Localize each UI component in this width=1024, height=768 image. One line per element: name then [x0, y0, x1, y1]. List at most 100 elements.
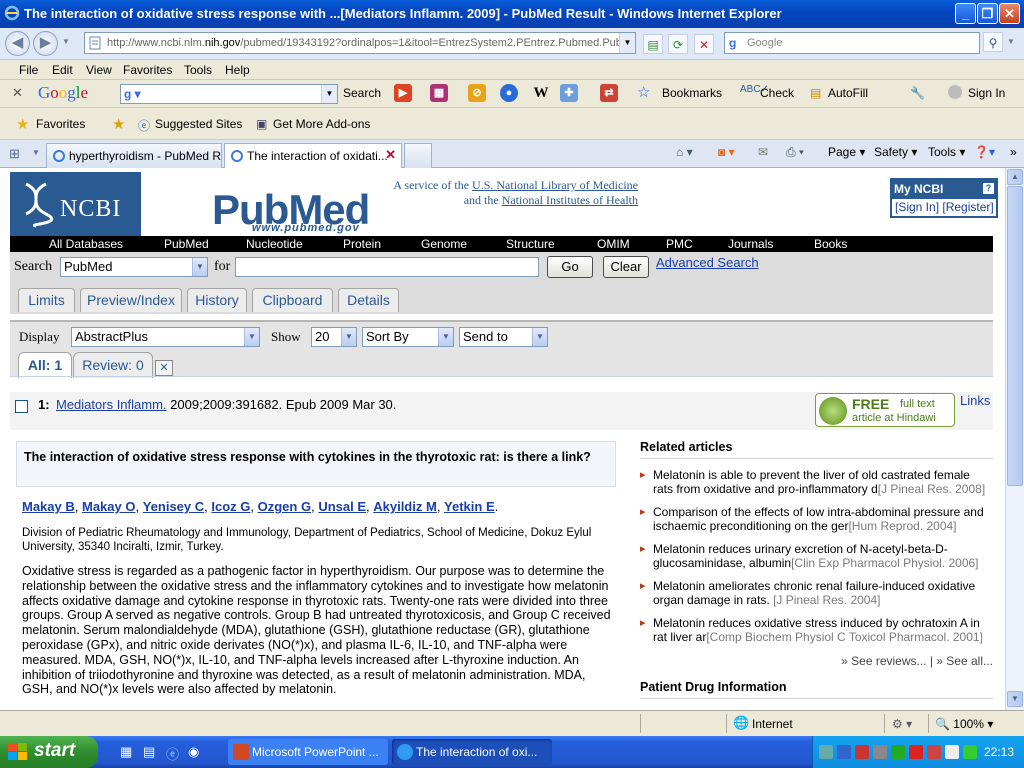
author-link[interactable]: Yetkin E	[444, 499, 495, 514]
search-query-input[interactable]	[235, 257, 539, 277]
my-ncbi-help-icon[interactable]: ?	[983, 183, 994, 194]
database-select[interactable]: PubMed ▼	[60, 257, 208, 277]
youtube-icon[interactable]: ▶	[394, 84, 412, 102]
customize-tabs-icon[interactable]: ✕	[155, 360, 173, 376]
tab-hyperthyroidism[interactable]: hyperthyroidism - PubMed R...	[46, 143, 222, 168]
sort-by-select[interactable]: Sort By ▼	[362, 327, 454, 347]
google-search-dropdown-icon[interactable]: ▼	[321, 85, 337, 103]
menu-edit[interactable]: Edit	[52, 63, 73, 77]
tab-interaction-oxidative[interactable]: The interaction of oxidati... ✕	[224, 143, 402, 169]
news-icon[interactable]: ▦	[430, 84, 448, 102]
scroll-thumb[interactable]	[1007, 186, 1023, 486]
menu-view[interactable]: View	[86, 63, 112, 77]
tray-icon[interactable]	[945, 745, 959, 759]
scroll-up-icon[interactable]: ▲	[1007, 169, 1023, 185]
author-link[interactable]: Makay O	[82, 499, 135, 514]
quicklaunch-explorer-icon[interactable]: ▦	[120, 744, 132, 760]
author-link[interactable]: Unsal E	[318, 499, 366, 514]
google-search-box[interactable]: g Google	[724, 32, 980, 54]
compatibility-view-icon[interactable]: ▤	[643, 34, 663, 54]
close-toolbar-icon[interactable]: ✕	[12, 85, 23, 101]
wrench-icon[interactable]: 🔧	[910, 86, 925, 100]
close-tab-icon[interactable]: ✕	[385, 147, 396, 163]
result-checkbox[interactable]	[15, 400, 28, 413]
nih-link[interactable]: National Institutes of Health	[502, 193, 638, 207]
menu-help[interactable]: Help	[225, 63, 250, 77]
tab-limits[interactable]: Limits	[18, 288, 75, 312]
get-more-addons-link[interactable]: Get More Add-ons	[273, 117, 370, 131]
db-nucleotide[interactable]: Nucleotide	[246, 237, 303, 251]
go-button[interactable]: Go	[547, 256, 593, 278]
mail-icon[interactable]: ✉	[758, 145, 768, 159]
tab-clipboard[interactable]: Clipboard	[252, 288, 333, 312]
tab-preview-index[interactable]: Preview/Index	[80, 288, 182, 312]
quick-tabs-icon[interactable]: ⊞	[9, 146, 20, 162]
db-genome[interactable]: Genome	[421, 237, 467, 251]
quicklaunch-ie-icon[interactable]: ⓔ	[166, 744, 179, 763]
tray-icon[interactable]	[963, 745, 977, 759]
sign-in-button[interactable]: Sign In	[968, 86, 1005, 100]
author-link[interactable]: Yenisey C	[143, 499, 204, 514]
add-button-icon[interactable]: ✚	[560, 84, 578, 102]
free-full-text-badge[interactable]: FREE full text article at Hindawi	[815, 393, 955, 427]
nlm-link[interactable]: U.S. National Library of Medicine	[472, 178, 638, 192]
suggested-sites-link[interactable]: Suggested Sites	[155, 117, 242, 131]
send-to-select[interactable]: Send to ▼	[459, 327, 548, 347]
related-article-item[interactable]: Melatonin reduces urinary excretion of N…	[640, 542, 993, 570]
tray-icon[interactable]	[837, 745, 851, 759]
address-field[interactable]: http://www.ncbi.nlm.nih.gov/pubmed/19343…	[84, 32, 636, 54]
taskbar-ie[interactable]: The interaction of oxi...	[392, 739, 552, 765]
wikipedia-icon[interactable]: W	[532, 84, 550, 102]
start-button[interactable]: start	[0, 736, 98, 768]
related-article-item[interactable]: Melatonin ameliorates chronic renal fail…	[640, 579, 993, 607]
chevron-more-icon[interactable]: »	[1010, 145, 1017, 159]
help-icon[interactable]: ❓▾	[974, 145, 995, 159]
maximize-button[interactable]: ❐	[977, 3, 998, 24]
home-icon[interactable]: ⌂ ▾	[676, 145, 693, 159]
db-structure[interactable]: Structure	[506, 237, 555, 251]
protected-mode-icon[interactable]: ⚙ ▾	[892, 717, 912, 731]
scroll-down-icon[interactable]: ▼	[1007, 691, 1023, 707]
refresh-icon[interactable]: ⟳	[668, 34, 688, 54]
menu-tools[interactable]: Tools	[184, 63, 212, 77]
related-article-item[interactable]: Melatonin reduces oxidative stress induc…	[640, 616, 993, 644]
globe-icon[interactable]: ●	[500, 84, 518, 102]
tools-menu-button[interactable]: Tools ▾	[928, 145, 965, 159]
favorites-button[interactable]: Favorites	[36, 117, 85, 131]
subtab-all[interactable]: All: 1	[18, 352, 72, 378]
close-window-button[interactable]: ✕	[999, 3, 1020, 24]
taskbar-powerpoint[interactable]: Microsoft PowerPoint ...	[228, 739, 388, 765]
tray-icon[interactable]	[909, 745, 923, 759]
new-tab-button[interactable]	[404, 143, 432, 168]
tray-icon[interactable]	[855, 745, 869, 759]
tab-details[interactable]: Details	[338, 288, 399, 312]
related-article-item[interactable]: Melatonin is able to prevent the liver o…	[640, 468, 993, 496]
search-options-dropdown-icon[interactable]: ▼	[1007, 37, 1015, 46]
display-format-select[interactable]: AbstractPlus ▼	[71, 327, 260, 347]
stop-icon[interactable]: ✕	[694, 34, 714, 54]
add-favorite-icon[interactable]: ★	[112, 115, 125, 133]
quicklaunch-desktop-icon[interactable]: ▤	[143, 744, 155, 760]
print-icon[interactable]: ⎙ ▾	[786, 145, 804, 160]
google-search-button[interactable]: Search	[343, 86, 381, 100]
sign-in-link[interactable]: [Sign In]	[895, 200, 939, 214]
tray-icon[interactable]	[819, 745, 833, 759]
menu-favorites[interactable]: Favorites	[123, 63, 172, 77]
zoom-level[interactable]: 🔍 100% ▾	[935, 717, 993, 731]
tab-history[interactable]: History	[187, 288, 247, 312]
tab-list-dropdown-icon[interactable]: ▼	[32, 148, 40, 157]
forward-button[interactable]: ▶	[33, 31, 58, 56]
vertical-scrollbar[interactable]: ▲ ▼	[1005, 168, 1024, 710]
author-link[interactable]: Akyildiz M	[373, 499, 437, 514]
show-count-select[interactable]: 20 ▼	[311, 327, 357, 347]
history-dropdown-icon[interactable]: ▼	[62, 37, 70, 46]
db-pmc[interactable]: PMC	[666, 237, 693, 251]
author-link[interactable]: Icoz G	[211, 499, 250, 514]
check-button[interactable]: Check	[760, 86, 794, 100]
minimize-button[interactable]: _	[955, 3, 976, 24]
links-link[interactable]: Links	[960, 393, 990, 408]
author-link[interactable]: Makay B	[22, 499, 75, 514]
clear-button[interactable]: Clear	[603, 256, 649, 278]
autofill-button[interactable]: AutoFill	[828, 86, 868, 100]
search-go-icon[interactable]: ⚲	[983, 32, 1003, 52]
